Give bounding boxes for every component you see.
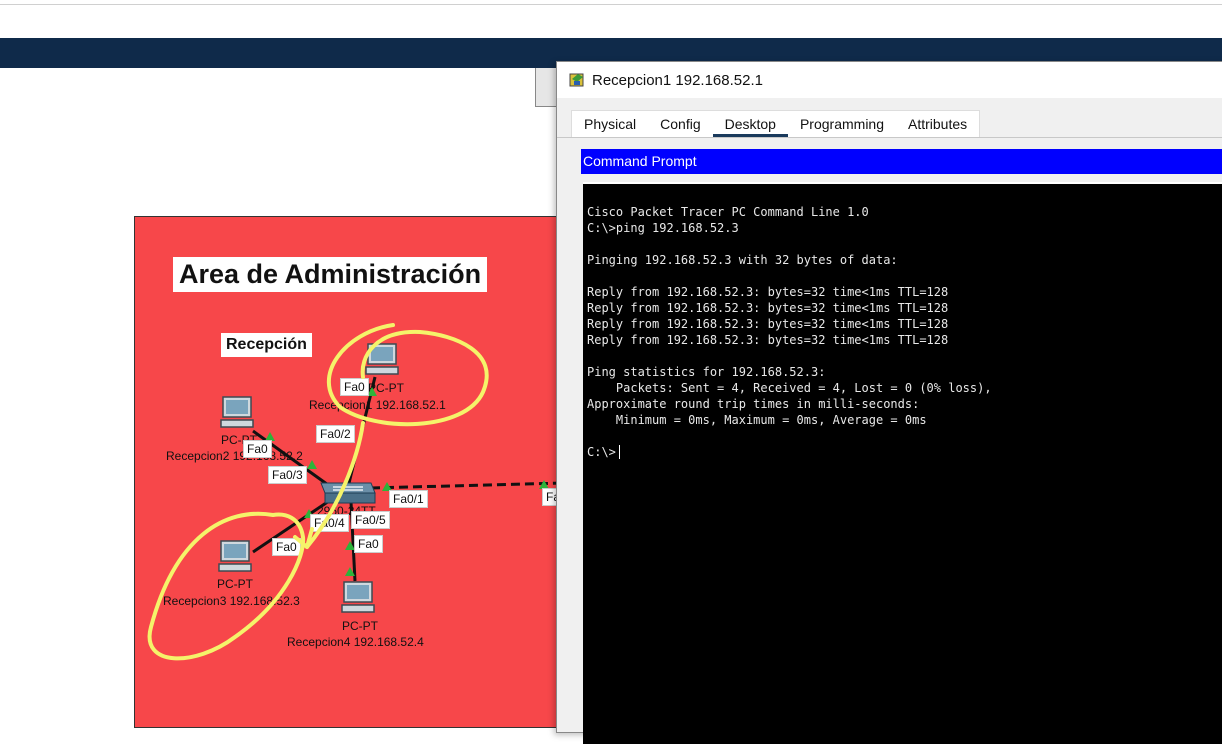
port-label: Fa0/2 — [316, 425, 355, 443]
terminal-line: Ping statistics for 192.168.52.3: — [587, 365, 826, 379]
tab-attributes[interactable]: Attributes — [896, 111, 979, 137]
terminal-line: Minimum = 0ms, Maximum = 0ms, Average = … — [587, 413, 927, 427]
device-dialog-window[interactable]: Recepcion1 192.168.52.1 Physical Config … — [556, 61, 1222, 744]
pc-recepcion3-icon[interactable] — [217, 539, 253, 573]
tab-bar: Physical Config Desktop Programming Attr… — [571, 110, 981, 138]
pc1-name: Recepcion1 192.168.52.1 — [309, 398, 446, 412]
terminal-line: Pinging 192.168.52.3 with 32 bytes of da… — [587, 253, 898, 267]
command-prompt-terminal[interactable]: Cisco Packet Tracer PC Command Line 1.0 C… — [583, 182, 1222, 744]
tab-programming[interactable]: Programming — [788, 111, 896, 137]
terminal-line: Approximate round trip times in milli-se… — [587, 397, 920, 411]
port-label: Fa0/5 — [351, 511, 390, 529]
tab-desktop[interactable]: Desktop — [712, 111, 788, 137]
pc3-type: PC-PT — [217, 577, 253, 591]
port-label: Fa0 — [272, 538, 301, 556]
terminal-line: Cisco Packet Tracer PC Command Line 1.0 — [587, 205, 869, 219]
terminal-line: C:\> — [587, 445, 616, 459]
network-links — [252, 376, 565, 582]
port-label: Fa0 — [340, 378, 369, 396]
tab-physical[interactable]: Physical — [572, 111, 648, 137]
command-prompt-header: Command Prompt — [581, 149, 1222, 174]
terminal-line: Packets: Sent = 4, Received = 4, Lost = … — [587, 381, 992, 395]
terminal-line: Reply from 192.168.52.3: bytes=32 time<1… — [587, 285, 949, 299]
port-label: Fa0/4 — [310, 514, 349, 532]
terminal-line: Reply from 192.168.52.3: bytes=32 time<1… — [587, 317, 949, 331]
pc4-name: Recepcion4 192.168.52.4 — [287, 635, 424, 649]
tab-config[interactable]: Config — [648, 111, 712, 137]
section-label-recepcion: Recepción — [221, 333, 312, 357]
tab-divider — [557, 137, 1222, 138]
link-light — [345, 567, 355, 576]
port-label: Fa0 — [243, 440, 272, 458]
pc-recepcion2-icon[interactable] — [219, 395, 255, 429]
port-label: Fa0/1 — [389, 490, 428, 508]
switch-icon — [320, 482, 376, 504]
browser-top-edge — [0, 0, 1222, 5]
link-light — [307, 460, 317, 469]
pc-recepcion1-icon[interactable] — [364, 342, 400, 376]
pc2-name: Recepcion2 192.168.52.2 — [166, 449, 303, 463]
workspace-area-administracion[interactable]: Area de Administración Recepción PC-PT R… — [134, 216, 566, 728]
text-cursor — [619, 445, 620, 459]
terminal-line: Reply from 192.168.52.3: bytes=32 time<1… — [587, 333, 949, 347]
area-title: Area de Administración — [173, 257, 488, 292]
pc4-type: PC-PT — [342, 619, 378, 633]
dialog-titlebar[interactable]: Recepcion1 192.168.52.1 — [557, 62, 1222, 98]
terminal-line: C:\>ping 192.168.52.3 — [587, 221, 739, 235]
port-label: Fa0/3 — [268, 466, 307, 484]
pc3-name: Recepcion3 192.168.52.3 — [163, 594, 300, 608]
link-switch-uplink — [370, 481, 565, 490]
dialog-title: Recepcion1 192.168.52.1 — [592, 72, 763, 89]
pc-recepcion4-icon[interactable] — [340, 580, 376, 614]
packet-tracer-icon — [569, 73, 584, 87]
port-label: Fa0 — [354, 535, 383, 553]
terminal-line: Reply from 192.168.52.3: bytes=32 time<1… — [587, 301, 949, 315]
